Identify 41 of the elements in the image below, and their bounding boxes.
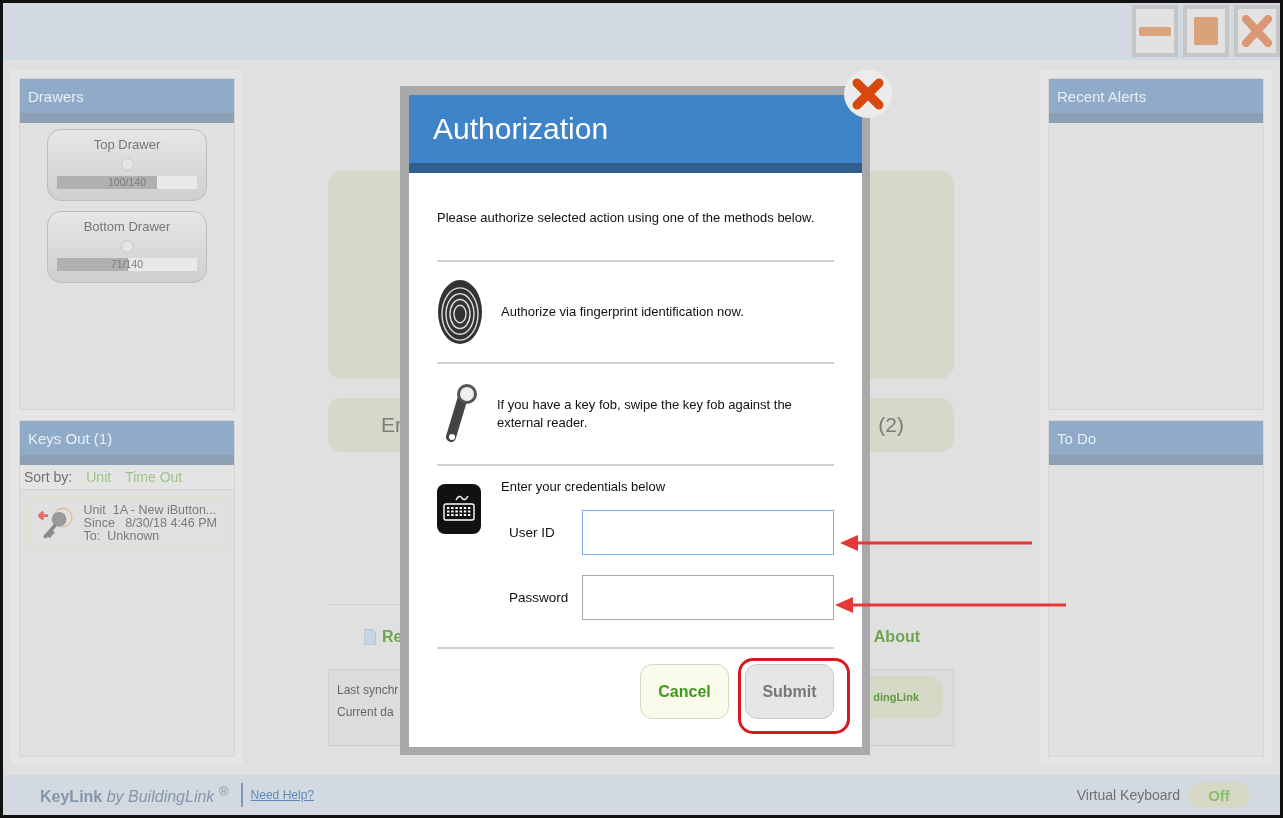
- keyboard-toggle[interactable]: Off: [1188, 782, 1250, 808]
- indicator-light: [120, 158, 134, 171]
- input-field[interactable]: [582, 575, 834, 620]
- maximize-icon: [1194, 17, 1218, 45]
- minimize-icon: [1139, 25, 1171, 37]
- key-detail: Unit 1A - New iButton...: [83, 503, 217, 517]
- field-label: User ID: [508, 525, 556, 540]
- method-text: Authorize via fingerprint identification now.: [501, 303, 744, 321]
- keyboard-label: Virtual Keyboard: [1076, 787, 1180, 803]
- fingerprint-icon: [437, 279, 483, 345]
- panel-header: Recent Alerts: [1049, 79, 1263, 123]
- field-label: Password: [508, 590, 570, 605]
- panel-header: Drawers: [20, 79, 234, 123]
- about-link[interactable]: About: [873, 628, 920, 646]
- sort-link[interactable]: Time Out: [125, 469, 183, 485]
- sort-label: Sort by:: [24, 469, 73, 485]
- key-fob-icon: [445, 383, 479, 445]
- input-field[interactable]: [582, 510, 834, 555]
- document-icon: [364, 629, 376, 645]
- panel-header: To Do: [1049, 421, 1263, 465]
- instruction-text: Please authorize selected action using one of the methods below.: [437, 210, 815, 225]
- key-card[interactable]: Unit 1A - New iButton... Since 8/30/18 4:46 PM To: Unknown: [28, 496, 226, 550]
- method-text: If you have a key fob, swipe the key fob against the external reader.: [497, 396, 793, 432]
- close-button[interactable]: [1234, 5, 1280, 57]
- help-link[interactable]: Need Help?: [250, 788, 314, 802]
- sort-link[interactable]: Unit: [86, 469, 112, 485]
- dialog-title: Authorization: [409, 95, 862, 173]
- maximize-button[interactable]: [1183, 5, 1229, 57]
- key-detail: Since 8/30/18 4:46 PM: [83, 516, 217, 530]
- count-label: (2): [878, 413, 904, 437]
- panel-header: Keys Out (1): [20, 421, 234, 465]
- keyboard-icon: [437, 484, 481, 534]
- method-text: Enter your credentials below: [501, 478, 667, 496]
- sync-info: Current da: [337, 705, 395, 719]
- cancel-button[interactable]: Cancel: [640, 664, 729, 719]
- key-detail: To: Unknown: [83, 529, 161, 543]
- sync-info: Last synchr: [337, 683, 399, 697]
- close-icon: [1242, 15, 1272, 47]
- brand-logo: KeyLink by BuildingLink $^{®}$: [40, 783, 229, 807]
- close-icon[interactable]: [843, 69, 893, 119]
- minimize-button[interactable]: [1132, 5, 1178, 57]
